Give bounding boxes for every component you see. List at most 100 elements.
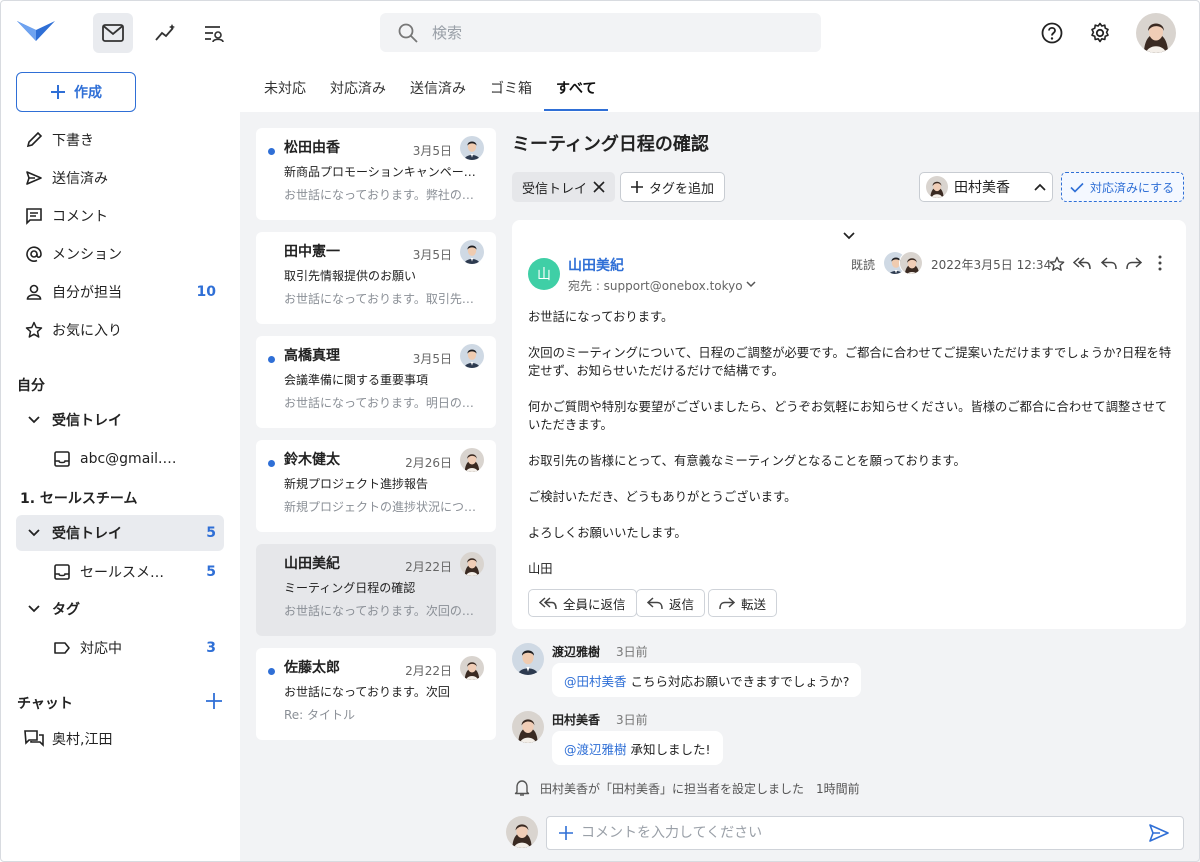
- avatar: [460, 136, 484, 160]
- list-item[interactable]: 松田由香 3月5日 新商品プロモーションキャンペー… お世話になっております。弊…: [256, 128, 496, 220]
- analytics-icon[interactable]: [146, 13, 186, 53]
- inbox-tray-icon: [44, 563, 80, 581]
- chevron-down-icon[interactable]: [16, 529, 52, 537]
- comment-input[interactable]: [581, 825, 1141, 841]
- compose-button[interactable]: 作成: [16, 72, 136, 112]
- message-preview: Re: タイトル: [284, 708, 356, 722]
- chevron-down-icon[interactable]: [16, 416, 52, 424]
- sidebar-item-label: コメント: [52, 209, 108, 225]
- sidebar-item-label: 下書き: [52, 133, 94, 149]
- plus-icon[interactable]: [559, 826, 573, 840]
- star-icon[interactable]: [1049, 256, 1065, 272]
- unread-dot: [268, 356, 275, 363]
- unread-dot: [268, 148, 275, 155]
- avatar: [460, 240, 484, 264]
- sidebar-item-mentions[interactable]: メンション: [16, 236, 224, 272]
- chevron-down-icon[interactable]: [16, 605, 52, 613]
- list-item[interactable]: 高橋真理 3月5日 会議準備に関する重要事項 お世話になっております。明日の…: [256, 336, 496, 428]
- message-subject: 新規プロジェクト進捗報告: [284, 477, 429, 491]
- comment-text: 承知しました!: [630, 741, 711, 757]
- sidebar-item-self-account[interactable]: abc@gmail.…: [16, 441, 224, 477]
- reply-icon[interactable]: [1101, 256, 1117, 270]
- forward-button[interactable]: 転送: [708, 589, 778, 617]
- unread-dot: [268, 668, 275, 675]
- mail-icon[interactable]: [93, 13, 133, 53]
- send-icon[interactable]: [1149, 824, 1169, 842]
- tab-unhandled[interactable]: 未対応: [252, 72, 318, 112]
- tag-icon: [44, 641, 80, 655]
- list-item[interactable]: 田中憲一 3月5日 取引先情報提供のお願い お世話になっております。取引先…: [256, 232, 496, 324]
- bell-icon: [514, 780, 530, 796]
- tag-chip-label: 受信トレイ: [522, 181, 588, 197]
- assignment-list-icon[interactable]: [194, 13, 234, 53]
- message-subject: ミーティング日程の確認: [284, 581, 416, 595]
- body-paragraph: 次回のミーティングについて、日程のご調整が必要です。ご都合に合わせてご提案いただ…: [528, 346, 1172, 378]
- chevron-down-icon[interactable]: [746, 281, 756, 288]
- sender-avatar: 山: [528, 258, 560, 290]
- message-date: 2月26日: [405, 456, 452, 470]
- avatar: [512, 711, 544, 743]
- sidebar-item-sent[interactable]: 送信済み: [16, 160, 224, 196]
- forward-icon: [719, 597, 735, 610]
- tab-all[interactable]: すべて: [544, 72, 609, 112]
- count-badge: 5: [206, 525, 216, 541]
- mention-link[interactable]: @渡辺雅樹: [564, 739, 627, 758]
- list-item[interactable]: 鈴木健太 2月26日 新規プロジェクト進捗報告 新規プロジェクトの進捗状況につ…: [256, 440, 496, 532]
- reply-all-button[interactable]: 全員に返信: [528, 589, 637, 617]
- reply-label: 返信: [669, 596, 695, 612]
- star-icon: [16, 321, 52, 339]
- chat-bubbles-icon: [16, 730, 52, 748]
- app-logo[interactable]: [16, 20, 56, 46]
- message-date: 3月5日: [412, 352, 452, 366]
- close-icon[interactable]: [593, 181, 605, 193]
- forward-icon[interactable]: [1126, 256, 1142, 270]
- sidebar-item-team-inbox[interactable]: 受信トレイ 5: [16, 515, 224, 551]
- sidebar-item-self-inbox[interactable]: 受信トレイ: [16, 402, 224, 438]
- sidebar-item-label: 対応中: [80, 641, 122, 657]
- body-paragraph: お世話になっております。: [528, 310, 674, 324]
- sender-name: 松田由香: [284, 140, 340, 156]
- sidebar-item-tags[interactable]: タグ: [16, 591, 224, 627]
- sidebar-item-tag-in-progress[interactable]: 対応中 3: [16, 630, 224, 666]
- mark-done-button[interactable]: 対応済みにする: [1061, 172, 1184, 202]
- user-avatar[interactable]: [1136, 13, 1176, 53]
- chevron-down-icon[interactable]: [843, 232, 855, 240]
- avatar: [460, 448, 484, 472]
- sender-name[interactable]: 山田美紀: [568, 255, 624, 275]
- reply-icon: [647, 597, 663, 610]
- sidebar-item-team-account[interactable]: セールスメ… 5: [16, 554, 224, 590]
- help-icon[interactable]: [1032, 13, 1072, 53]
- sidebar-item-assigned-to-me[interactable]: 自分が担当 10: [16, 274, 224, 310]
- list-item[interactable]: 佐藤太郎 2月22日 お世話になっております。次回 Re: タイトル: [256, 648, 496, 740]
- search-input[interactable]: [432, 23, 772, 42]
- add-chat-plus-icon[interactable]: [205, 692, 223, 714]
- add-tag-button[interactable]: タグを追加: [620, 172, 726, 202]
- plus-icon: [51, 85, 65, 99]
- avatar: [460, 552, 484, 576]
- sidebar-item-label: 受信トレイ: [52, 526, 122, 542]
- sidebar-item-comments[interactable]: コメント: [16, 198, 224, 234]
- sidebar-item-favorites[interactable]: お気に入り: [16, 312, 224, 348]
- forward-label: 転送: [741, 596, 767, 612]
- tab-handled[interactable]: 対応済み: [318, 72, 398, 112]
- sender-name: 鈴木健太: [284, 452, 340, 468]
- reply-all-icon[interactable]: [1073, 256, 1091, 270]
- activity-log: 田村美香が「田村美香」に担当者を設定しました 1時間前: [540, 782, 860, 796]
- read-label: 既読: [851, 258, 876, 272]
- reply-button[interactable]: 返信: [636, 589, 706, 617]
- sidebar-item-chat[interactable]: 奥村,江田: [16, 721, 224, 757]
- assignee-select[interactable]: 田村美香: [919, 172, 1053, 202]
- sidebar-item-drafts[interactable]: 下書き: [16, 122, 224, 158]
- sidebar-item-label: セールスメ…: [80, 565, 164, 581]
- list-item-selected[interactable]: 山田美紀 2月22日 ミーティング日程の確認 お世話になっております。次回の…: [256, 544, 496, 636]
- reply-all-icon: [539, 597, 557, 610]
- more-vertical-icon[interactable]: [1158, 255, 1162, 271]
- reply-all-label: 全員に返信: [563, 596, 626, 612]
- mention-link[interactable]: @田村美香: [564, 671, 627, 690]
- settings-gear-icon[interactable]: [1080, 13, 1120, 53]
- add-tag-label: タグを追加: [649, 181, 715, 197]
- tab-trash[interactable]: ゴミ箱: [478, 72, 544, 112]
- comment-composer[interactable]: [546, 816, 1184, 850]
- search-bar[interactable]: [380, 13, 821, 52]
- tab-sent[interactable]: 送信済み: [398, 72, 478, 112]
